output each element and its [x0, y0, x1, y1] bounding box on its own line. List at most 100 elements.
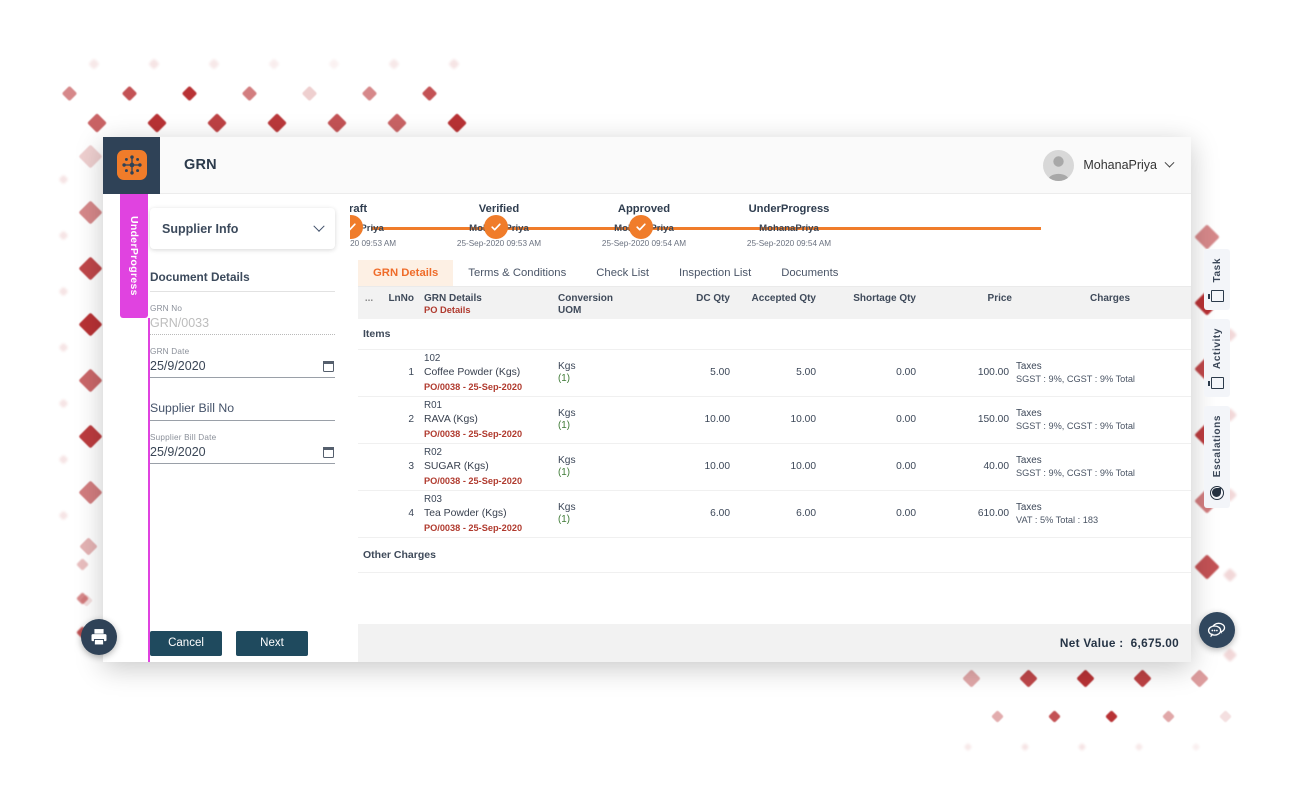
chat-bubbles-icon — [1207, 622, 1226, 638]
grn-no-field[interactable]: GRN No GRN/0033 — [150, 304, 335, 335]
row-item-name: Tea Powder (Kgs) — [424, 507, 507, 519]
row-item-details: R03 Tea Powder (Kgs) PO/0038 - 25-Sep-20… — [414, 494, 554, 535]
decorative-diamond — [88, 58, 100, 70]
decorative-diamond — [1134, 742, 1144, 752]
step-name: Approved — [617, 203, 671, 215]
print-button[interactable] — [81, 619, 117, 655]
row-charge-detail: SGST : 9%, CGST : 9% Total — [1016, 374, 1135, 384]
decorative-diamond — [1019, 669, 1038, 688]
column-header-price: Price — [987, 293, 1012, 304]
decorative-diamond — [1219, 710, 1232, 723]
decorative-diamond — [328, 58, 340, 70]
tab-grn-details[interactable]: GRN Details — [358, 260, 454, 286]
row-conversion: (1) — [558, 467, 570, 478]
cancel-button[interactable]: Cancel — [150, 630, 222, 656]
column-header-conversion-uom: Conversion UOM — [554, 293, 654, 316]
decorative-diamond — [327, 113, 347, 133]
clock-circle-icon — [1210, 485, 1224, 500]
row-item-code: R03 — [424, 493, 442, 505]
decorative-diamond — [58, 454, 69, 465]
row-uom: Kgs — [558, 360, 576, 372]
decorative-diamond — [241, 85, 258, 102]
decorative-diamond — [78, 368, 103, 393]
chat-button[interactable] — [1199, 612, 1235, 648]
rail-tab-escalations[interactable]: Escalations — [1204, 406, 1230, 508]
rail-tab-activity[interactable]: Activity — [1204, 319, 1230, 398]
supplier-bill-date-field[interactable]: Supplier Bill Date 25/9/2020 — [150, 433, 335, 464]
row-item-code: 102 — [424, 352, 441, 364]
decorative-diamond — [58, 510, 69, 521]
tab-documents[interactable]: Documents — [766, 260, 853, 286]
decorative-diamond — [421, 85, 438, 102]
workflow-stepper: Draft MohanaPriya 25-Sep-2020 09:53 AM V… — [350, 202, 1191, 260]
chevron-down-icon — [1164, 157, 1175, 168]
supplier-bill-no-label: Supplier Bill No — [150, 401, 235, 415]
row-accepted-qty: 5.00 — [796, 366, 816, 378]
column-header-po-details-label: PO Details — [424, 304, 471, 315]
step-underprogress[interactable]: UnderProgress MohanaPriya 25-Sep-2020 09… — [629, 202, 869, 248]
next-button[interactable]: Next — [236, 630, 308, 656]
grn-date-label: GRN Date — [150, 347, 190, 356]
decorative-diamond — [1191, 742, 1201, 752]
table-row[interactable]: 2 R01 RAVA (Kgs) PO/0038 - 25-Sep-2020 K… — [358, 397, 1191, 444]
row-uom: Kgs — [558, 407, 576, 419]
net-value-text: Net Value : — [1059, 636, 1124, 650]
table-row[interactable]: 3 R02 SUGAR (Kgs) PO/0038 - 25-Sep-2020 … — [358, 444, 1191, 491]
decorative-diamond — [78, 256, 103, 281]
row-item-code: R02 — [424, 446, 442, 458]
decorative-diamond — [1190, 669, 1209, 688]
row-item-name: Coffee Powder (Kgs) — [424, 366, 521, 378]
grn-no-label: GRN No — [150, 304, 183, 313]
row-lnno: 1 — [408, 366, 414, 378]
column-header-accepted-qty: Accepted Qty — [751, 293, 816, 304]
row-charge-title: Taxes — [1016, 501, 1042, 513]
table-row[interactable]: 4 R03 Tea Powder (Kgs) PO/0038 - 25-Sep-… — [358, 491, 1191, 538]
tab-inspection-list[interactable]: Inspection List — [664, 260, 766, 286]
decorative-diamond — [388, 58, 400, 70]
decorative-diamond — [268, 58, 280, 70]
row-price: 150.00 — [977, 413, 1009, 425]
decorative-diamond — [1194, 554, 1220, 580]
decorative-diamond — [991, 710, 1004, 723]
step-time: 25-Sep-2020 09:54 AM — [746, 239, 832, 248]
net-value-amount: 6,675.00 — [1130, 636, 1179, 650]
row-price: 610.00 — [977, 507, 1009, 519]
supplier-bill-date-label: Supplier Bill Date — [150, 433, 217, 442]
tab-check-list[interactable]: Check List — [581, 260, 664, 286]
row-charges: Taxes VAT : 5% Total : 183 — [1012, 502, 1138, 527]
column-header-uom-label: UOM — [558, 304, 582, 316]
row-conversion-uom: Kgs (1) — [554, 408, 654, 433]
row-dc-qty: 5.00 — [710, 366, 730, 378]
decorative-diamond — [1020, 742, 1030, 752]
table-header-row: ... LnNo GRN Details PO Details Conversi… — [358, 287, 1191, 319]
rail-tab-task[interactable]: Task — [1204, 249, 1230, 311]
row-conversion: (1) — [558, 373, 570, 384]
grn-date-field[interactable]: GRN Date 25/9/2020 — [150, 347, 335, 378]
row-charges: Taxes SGST : 9%, CGST : 9% Total — [1012, 361, 1138, 386]
column-header-shortage-qty: Shortage Qty — [853, 293, 916, 304]
check-icon — [629, 215, 653, 239]
row-charge-title: Taxes — [1016, 407, 1042, 419]
calendar-icon[interactable] — [322, 446, 335, 458]
column-header-conversion-label: Conversion — [558, 293, 614, 304]
supplier-info-select[interactable]: Supplier Info — [150, 208, 335, 249]
net-value-bar: Net Value : 6,675.00 — [358, 624, 1191, 662]
row-charge-detail: SGST : 9%, CGST : 9% Total — [1016, 468, 1135, 478]
table-row[interactable]: 1 102 Coffee Powder (Kgs) PO/0038 - 25-S… — [358, 350, 1191, 397]
column-header-charges: Charges — [1089, 293, 1130, 304]
items-group-label: Items — [358, 319, 1191, 350]
row-item-details: 102 Coffee Powder (Kgs) PO/0038 - 25-Sep… — [414, 353, 554, 394]
decorative-diamond — [1162, 710, 1175, 723]
rail-tab-label: Task — [1211, 258, 1223, 283]
tab-terms-conditions[interactable]: Terms & Conditions — [453, 260, 581, 286]
app-header: GRN MohanaPriya — [103, 136, 1191, 194]
right-side-rail: Task Activity Escalations — [1196, 249, 1238, 508]
decorative-diamond — [207, 113, 227, 133]
row-shortage-qty: 0.00 — [896, 460, 916, 472]
calendar-icon[interactable] — [322, 360, 335, 372]
supplier-bill-no-field[interactable]: Supplier Bill No — [150, 398, 335, 421]
user-menu[interactable]: MohanaPriya — [1043, 149, 1175, 181]
step-time: 25-Sep-2020 09:53 AM — [456, 239, 542, 248]
column-options-icon[interactable]: ... — [358, 293, 380, 305]
decorative-diamond — [448, 58, 460, 70]
